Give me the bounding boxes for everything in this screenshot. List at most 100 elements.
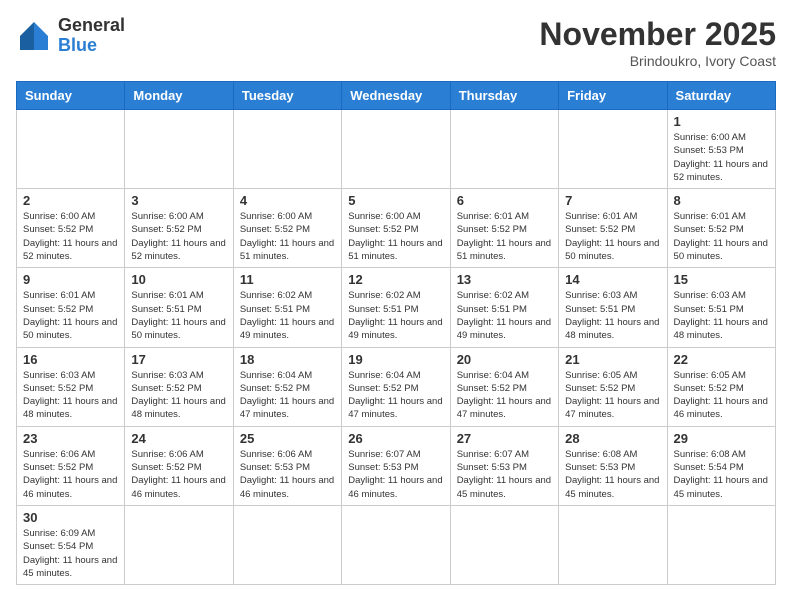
col-friday: Friday [559,82,667,110]
calendar-cell: 28Sunrise: 6:08 AM Sunset: 5:53 PM Dayli… [559,426,667,505]
calendar-cell: 3 Sunrise: 6:00 AM Sunset: 5:52 PM Daylig… [125,189,233,268]
day-number: 24 [131,431,226,446]
calendar-cell: 13Sunrise: 6:02 AM Sunset: 5:51 PM Dayli… [450,268,558,347]
day-number: 3 [131,193,226,208]
day-number: 20 [457,352,552,367]
day-info: Sunrise: 6:00 AM Sunset: 5:52 PM Dayligh… [240,210,335,263]
calendar-cell: 24Sunrise: 6:06 AM Sunset: 5:52 PM Dayli… [125,426,233,505]
calendar-cell [125,505,233,584]
day-number: 10 [131,272,226,287]
day-info: Sunrise: 6:05 AM Sunset: 5:52 PM Dayligh… [674,369,769,422]
calendar-cell: 2Sunrise: 6:00 AM Sunset: 5:52 PM Daylig… [17,189,125,268]
day-info: Sunrise: 6:01 AM Sunset: 5:52 PM Dayligh… [674,210,769,263]
calendar-week-4: 16Sunrise: 6:03 AM Sunset: 5:52 PM Dayli… [17,347,776,426]
calendar-cell [342,505,450,584]
calendar-cell: 12Sunrise: 6:02 AM Sunset: 5:51 PM Dayli… [342,268,450,347]
day-info: Sunrise: 6:04 AM Sunset: 5:52 PM Dayligh… [348,369,443,422]
calendar-cell: 6 Sunrise: 6:01 AM Sunset: 5:52 PM Daylig… [450,189,558,268]
calendar-cell [125,110,233,189]
calendar-cell [559,110,667,189]
calendar-cell: 20 Sunrise: 6:04 AM Sunset: 5:52 PM Dayli… [450,347,558,426]
day-info: Sunrise: 6:08 AM Sunset: 5:53 PM Dayligh… [565,448,660,501]
day-info: Sunrise: 6:03 AM Sunset: 5:52 PM Dayligh… [23,369,118,422]
logo-text: General Blue [58,16,125,56]
day-number: 8 [674,193,769,208]
day-number: 25 [240,431,335,446]
day-info: Sunrise: 6:07 AM Sunset: 5:53 PM Dayligh… [457,448,552,501]
calendar-cell: 21Sunrise: 6:05 AM Sunset: 5:52 PM Dayli… [559,347,667,426]
day-info: Sunrise: 6:01 AM Sunset: 5:52 PM Dayligh… [457,210,552,263]
calendar-cell: 16Sunrise: 6:03 AM Sunset: 5:52 PM Dayli… [17,347,125,426]
calendar-week-6: 30 Sunrise: 6:09 AM Sunset: 5:54 PM Dayli… [17,505,776,584]
calendar-cell: 10Sunrise: 6:01 AM Sunset: 5:51 PM Dayli… [125,268,233,347]
day-number: 4 [240,193,335,208]
day-number: 21 [565,352,660,367]
day-info: Sunrise: 6:06 AM Sunset: 5:53 PM Dayligh… [240,448,335,501]
logo: General Blue [16,16,125,56]
day-number: 7 [565,193,660,208]
calendar-cell: 15 Sunrise: 6:03 AM Sunset: 5:51 PM Dayli… [667,268,775,347]
col-monday: Monday [125,82,233,110]
day-number: 22 [674,352,769,367]
col-wednesday: Wednesday [342,82,450,110]
calendar-cell [342,110,450,189]
calendar-cell: 25 Sunrise: 6:06 AM Sunset: 5:53 PM Dayli… [233,426,341,505]
day-info: Sunrise: 6:03 AM Sunset: 5:52 PM Dayligh… [131,369,226,422]
calendar-cell: 26Sunrise: 6:07 AM Sunset: 5:53 PM Dayli… [342,426,450,505]
day-info: Sunrise: 6:01 AM Sunset: 5:52 PM Dayligh… [23,289,118,342]
calendar-cell: 1 Sunrise: 6:00 AM Sunset: 5:53 PM Daylig… [667,110,775,189]
calendar-body: 1 Sunrise: 6:00 AM Sunset: 5:53 PM Daylig… [17,110,776,585]
day-info: Sunrise: 6:00 AM Sunset: 5:52 PM Dayligh… [131,210,226,263]
day-info: Sunrise: 6:02 AM Sunset: 5:51 PM Dayligh… [348,289,443,342]
calendar-cell: 29Sunrise: 6:08 AM Sunset: 5:54 PM Dayli… [667,426,775,505]
calendar-cell: 22 Sunrise: 6:05 AM Sunset: 5:52 PM Dayli… [667,347,775,426]
location: Brindoukro, Ivory Coast [539,53,776,69]
day-number: 15 [674,272,769,287]
title-block: November 2025 Brindoukro, Ivory Coast [539,16,776,69]
day-number: 14 [565,272,660,287]
col-sunday: Sunday [17,82,125,110]
calendar-cell: 30 Sunrise: 6:09 AM Sunset: 5:54 PM Dayli… [17,505,125,584]
logo-blue: Blue [58,36,125,56]
day-info: Sunrise: 6:00 AM Sunset: 5:52 PM Dayligh… [348,210,443,263]
day-number: 18 [240,352,335,367]
calendar-cell: 27 Sunrise: 6:07 AM Sunset: 5:53 PM Dayli… [450,426,558,505]
calendar-cell [233,110,341,189]
col-thursday: Thursday [450,82,558,110]
day-number: 5 [348,193,443,208]
calendar-cell [559,505,667,584]
day-number: 2 [23,193,118,208]
calendar-cell [667,505,775,584]
calendar-cell: 8 Sunrise: 6:01 AM Sunset: 5:52 PM Daylig… [667,189,775,268]
calendar-cell: 17Sunrise: 6:03 AM Sunset: 5:52 PM Dayli… [125,347,233,426]
calendar-cell: 19Sunrise: 6:04 AM Sunset: 5:52 PM Dayli… [342,347,450,426]
day-info: Sunrise: 6:00 AM Sunset: 5:53 PM Dayligh… [674,131,769,184]
calendar-header: Sunday Monday Tuesday Wednesday Thursday… [17,82,776,110]
day-info: Sunrise: 6:03 AM Sunset: 5:51 PM Dayligh… [674,289,769,342]
calendar-cell [450,110,558,189]
calendar-cell: 18Sunrise: 6:04 AM Sunset: 5:52 PM Dayli… [233,347,341,426]
header-row: Sunday Monday Tuesday Wednesday Thursday… [17,82,776,110]
logo-icon [16,18,52,54]
calendar-week-3: 9Sunrise: 6:01 AM Sunset: 5:52 PM Daylig… [17,268,776,347]
day-number: 13 [457,272,552,287]
day-info: Sunrise: 6:06 AM Sunset: 5:52 PM Dayligh… [23,448,118,501]
day-number: 1 [674,114,769,129]
calendar-cell: 23 Sunrise: 6:06 AM Sunset: 5:52 PM Dayli… [17,426,125,505]
calendar-cell [450,505,558,584]
calendar-week-1: 1 Sunrise: 6:00 AM Sunset: 5:53 PM Daylig… [17,110,776,189]
day-number: 6 [457,193,552,208]
day-number: 30 [23,510,118,525]
day-info: Sunrise: 6:07 AM Sunset: 5:53 PM Dayligh… [348,448,443,501]
day-number: 11 [240,272,335,287]
calendar-cell: 14Sunrise: 6:03 AM Sunset: 5:51 PM Dayli… [559,268,667,347]
calendar-cell: 7Sunrise: 6:01 AM Sunset: 5:52 PM Daylig… [559,189,667,268]
calendar-cell [233,505,341,584]
logo-general: General [58,16,125,36]
day-info: Sunrise: 6:09 AM Sunset: 5:54 PM Dayligh… [23,527,118,580]
calendar-week-5: 23 Sunrise: 6:06 AM Sunset: 5:52 PM Dayli… [17,426,776,505]
day-number: 27 [457,431,552,446]
day-number: 23 [23,431,118,446]
day-info: Sunrise: 6:04 AM Sunset: 5:52 PM Dayligh… [457,369,552,422]
day-number: 29 [674,431,769,446]
